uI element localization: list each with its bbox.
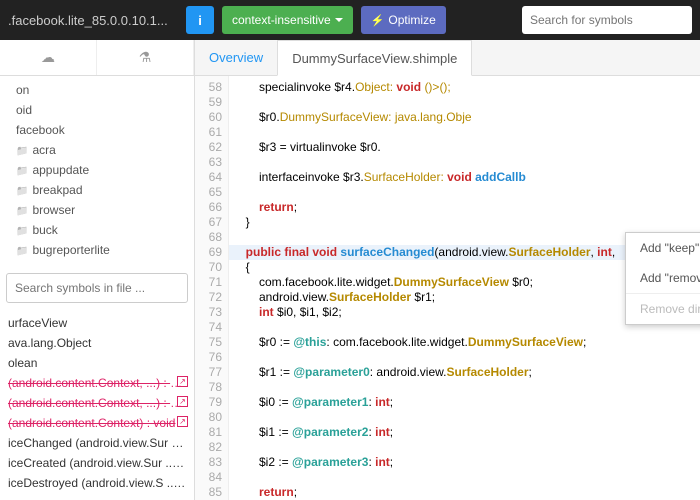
symbol-list[interactable]: urfaceViewava.lang.Objectolean(android.c… (0, 309, 194, 500)
analysis-mode-dropdown[interactable]: context-insensitive (222, 6, 353, 34)
tab-overview[interactable]: Overview (195, 40, 277, 75)
tree-item[interactable]: buck (0, 220, 194, 240)
symbol-item[interactable]: (android.content.Context, ...) : void↗ (0, 373, 194, 393)
menu-add-remove[interactable]: Add "remove" directive (626, 263, 700, 293)
context-menu: Add "keep" directive Add "remove" direct… (625, 232, 700, 325)
info-button[interactable] (186, 6, 214, 34)
bolt-icon (371, 13, 385, 27)
tree-item[interactable]: acra (0, 140, 194, 160)
package-tree[interactable]: onoidfacebookacraappupdatebreakpadbrowse… (0, 76, 194, 267)
global-search-input[interactable] (522, 6, 692, 34)
symbol-item[interactable]: urfaceView (0, 313, 194, 333)
chevron-down-icon (335, 18, 343, 22)
tree-item[interactable]: appupdate (0, 160, 194, 180)
removed-icon: ↗ (177, 416, 188, 427)
symbol-item[interactable]: iceChanged (android.view.Sur ...) : void (0, 433, 194, 453)
sidebar: onoidfacebookacraappupdatebreakpadbrowse… (0, 40, 195, 500)
tree-item[interactable]: facebook (0, 120, 194, 140)
optimize-button[interactable]: Optimize (361, 6, 446, 34)
tree-item[interactable]: breakpad (0, 180, 194, 200)
tree-item[interactable]: browser (0, 200, 194, 220)
symbol-search-input[interactable] (6, 273, 188, 303)
symbol-item[interactable]: iceDestroyed (android.view.S ...) : void (0, 473, 194, 493)
symbol-item[interactable]: ava.lang.Object (0, 333, 194, 353)
tab-analysis[interactable] (97, 40, 194, 75)
symbol-item[interactable]: (android.content.Context, ...) : void↗ (0, 393, 194, 413)
dropdown-label: context-insensitive (232, 13, 331, 27)
tab-packages[interactable] (0, 40, 97, 75)
menu-remove-directive: Remove directive (626, 294, 700, 324)
tree-item[interactable]: oid (0, 100, 194, 120)
app-title: .facebook.lite_85.0.0.10.1... (8, 13, 178, 28)
line-gutter: 5859606162636465666768697071727374757677… (195, 76, 229, 500)
tree-item[interactable]: bugreporterlite (0, 240, 194, 260)
symbol-item[interactable]: (android.content.Context) : void↗ (0, 413, 194, 433)
symbol-item[interactable]: iceCreated (android.view.Sur ...) : void (0, 453, 194, 473)
removed-icon: ↗ (177, 396, 188, 407)
tree-item[interactable]: on (0, 80, 194, 100)
menu-add-keep[interactable]: Add "keep" directive (626, 233, 700, 263)
symbol-item[interactable]: olean (0, 353, 194, 373)
tab-file-active[interactable]: DummySurfaceView.shimple (277, 40, 472, 76)
removed-icon: ↗ (177, 376, 188, 387)
